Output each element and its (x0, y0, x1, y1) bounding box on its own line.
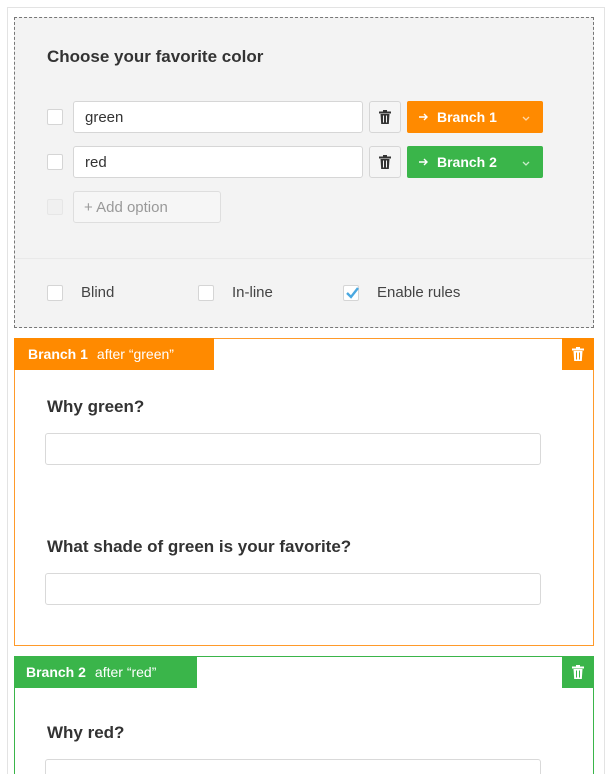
branch-panel-1: Branch 1 after “green” Why green? What s… (14, 338, 594, 646)
branch-answer-input[interactable] (45, 759, 541, 774)
branch-condition: after “red” (94, 664, 157, 680)
option-input[interactable]: green (73, 101, 363, 133)
branch-tag: Branch 1 after “green” (14, 338, 214, 370)
branch-condition: after “green” (96, 346, 174, 362)
option-checkbox-disabled (47, 199, 63, 215)
setting-label: Blind (81, 284, 115, 301)
inline-checkbox[interactable] (198, 285, 214, 301)
option-input[interactable]: red (73, 146, 363, 178)
branch-select-label: Branch 2 (437, 154, 497, 170)
arrow-right-icon (419, 110, 429, 125)
branch-select-button[interactable]: Branch 2 (407, 146, 543, 178)
enable-rules-checkbox[interactable] (343, 285, 359, 301)
branch-select-label: Branch 1 (437, 109, 497, 125)
setting-label: In-line (232, 284, 273, 301)
branch-name: Branch 2 (26, 664, 86, 680)
delete-branch-button[interactable] (562, 656, 594, 688)
branch-tag: Branch 2 after “red” (14, 656, 197, 688)
branch-answer-input[interactable] (45, 573, 541, 605)
option-row-green: green Branch 1 (47, 101, 567, 133)
setting-label: Enable rules (377, 284, 461, 301)
add-option-button[interactable]: + Add option (73, 191, 221, 223)
delete-option-button[interactable] (369, 146, 401, 178)
chevron-down-icon (521, 155, 531, 171)
branch-select-button[interactable]: Branch 1 (407, 101, 543, 133)
question-settings: Blind In-line Enable rules (15, 283, 593, 303)
branch-question-title[interactable]: What shade of green is your favorite? (47, 537, 351, 557)
divider (15, 258, 593, 259)
trash-icon (379, 110, 391, 124)
branch-panel-2: Branch 2 after “red” Why red? (14, 656, 594, 774)
branch-answer-input[interactable] (45, 433, 541, 465)
option-checkbox[interactable] (47, 154, 63, 170)
blind-checkbox[interactable] (47, 285, 63, 301)
delete-branch-button[interactable] (562, 338, 594, 370)
trash-icon (572, 665, 584, 679)
branch-name: Branch 1 (28, 346, 88, 362)
branch-question-title[interactable]: Why green? (47, 397, 144, 417)
option-checkbox[interactable] (47, 109, 63, 125)
trash-icon (572, 347, 584, 361)
add-option-row: + Add option (47, 191, 247, 223)
question-block[interactable]: Choose your favorite color green Branch … (14, 17, 594, 328)
chevron-down-icon (521, 110, 531, 126)
arrow-right-icon (419, 155, 429, 170)
option-row-red: red Branch 2 (47, 146, 567, 178)
branch-question-title[interactable]: Why red? (47, 723, 124, 743)
question-title[interactable]: Choose your favorite color (47, 47, 263, 67)
trash-icon (379, 155, 391, 169)
delete-option-button[interactable] (369, 101, 401, 133)
check-icon (346, 287, 359, 299)
